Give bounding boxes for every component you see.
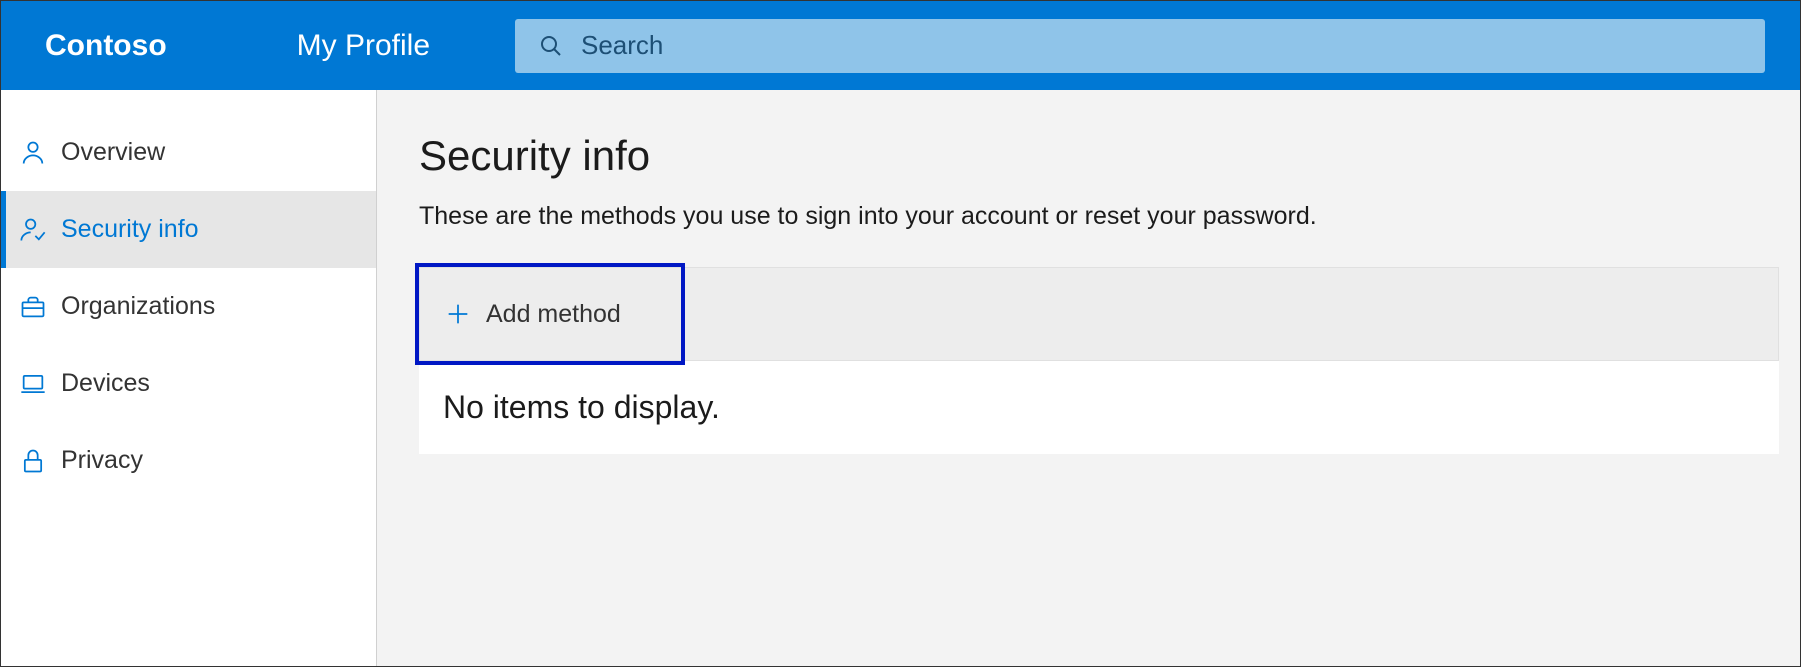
header: Contoso My Profile (1, 1, 1800, 90)
add-method-button[interactable]: Add method (420, 271, 678, 357)
person-check-icon (19, 216, 47, 244)
sidebar-item-privacy[interactable]: Privacy (1, 422, 376, 499)
sidebar: Overview Security info Organizations (1, 90, 377, 666)
briefcase-icon (19, 293, 47, 321)
search-container[interactable] (515, 19, 1765, 73)
search-icon (539, 34, 563, 58)
sidebar-item-label: Overview (61, 138, 165, 167)
page-subtitle: These are the methods you use to sign in… (419, 202, 1800, 231)
add-method-label: Add method (486, 300, 621, 329)
sidebar-item-security-info[interactable]: Security info (1, 191, 376, 268)
brand-logo: Contoso (45, 29, 167, 63)
plus-icon (444, 300, 472, 328)
profile-title: My Profile (297, 29, 430, 63)
sidebar-item-overview[interactable]: Overview (1, 114, 376, 191)
body-container: Overview Security info Organizations (1, 90, 1800, 666)
person-icon (19, 139, 47, 167)
sidebar-item-label: Privacy (61, 446, 143, 475)
search-input[interactable] (581, 30, 1765, 61)
items-list-empty: No items to display. (419, 361, 1779, 454)
page-title: Security info (419, 132, 1800, 180)
main-content: Security info These are the methods you … (377, 90, 1800, 666)
lock-icon (19, 447, 47, 475)
sidebar-item-label: Security info (61, 215, 199, 244)
sidebar-item-organizations[interactable]: Organizations (1, 268, 376, 345)
sidebar-item-devices[interactable]: Devices (1, 345, 376, 422)
laptop-icon (19, 370, 47, 398)
sidebar-item-label: Devices (61, 369, 150, 398)
add-method-bar: Add method (419, 267, 1779, 361)
sidebar-item-label: Organizations (61, 292, 215, 321)
